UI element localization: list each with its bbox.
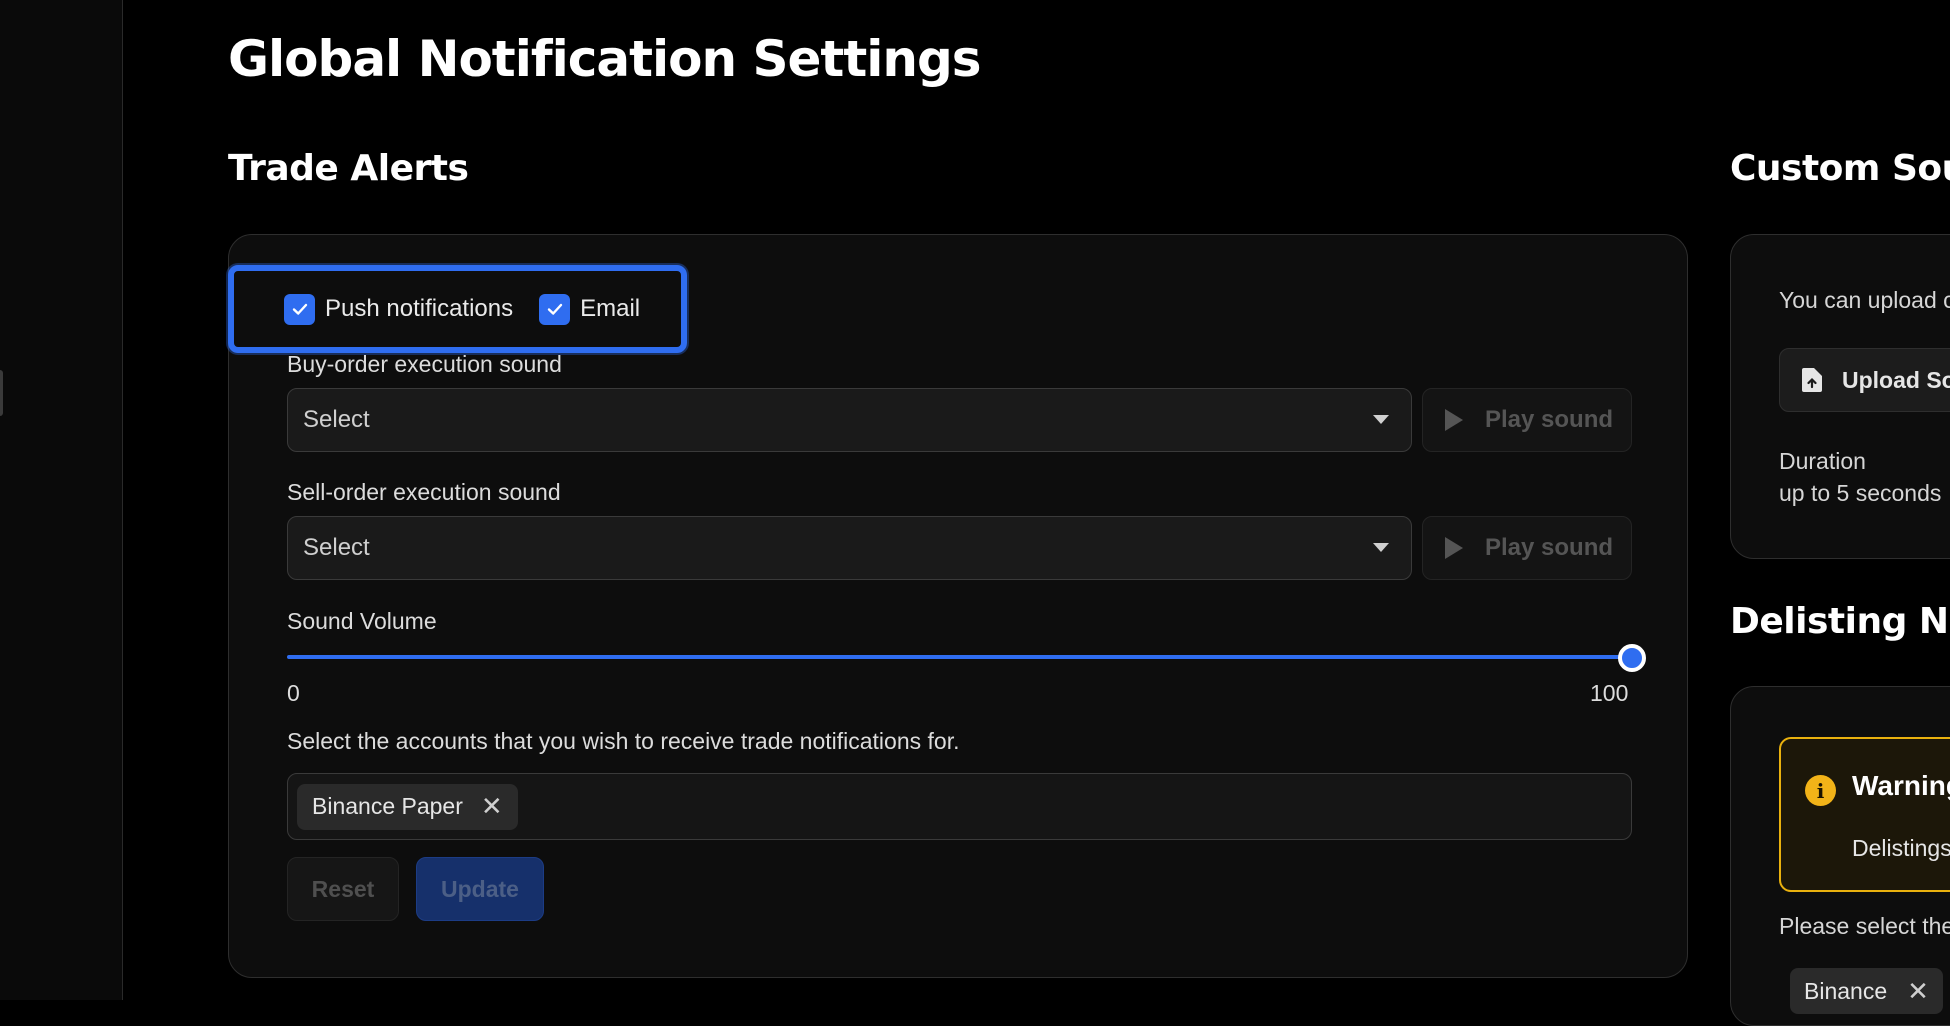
buy-sound-label: Buy-order execution sound — [287, 351, 562, 377]
delisting-select-label: Please select the — [1779, 913, 1950, 939]
upload-sound-button[interactable]: Upload So — [1779, 348, 1950, 412]
chevron-down-icon — [1373, 415, 1389, 424]
upload-sound-label: Upload So — [1842, 366, 1950, 393]
buy-play-sound-label: Play sound — [1485, 406, 1614, 433]
sidebar — [0, 0, 123, 1000]
sell-sound-value: Select — [303, 534, 370, 561]
chevron-down-icon — [1373, 543, 1389, 552]
play-icon — [1445, 537, 1463, 559]
sound-volume-label: Sound Volume — [287, 608, 437, 634]
file-upload-icon — [1802, 368, 1822, 392]
sell-play-sound-label: Play sound — [1485, 534, 1614, 561]
warning-callout — [1779, 737, 1950, 892]
duration-label: Duration — [1779, 448, 1866, 474]
checkbox-checked-icon — [284, 293, 315, 325]
custom-sounds-intro: You can upload c — [1779, 287, 1950, 313]
sell-play-sound-button[interactable]: Play sound — [1422, 516, 1632, 580]
reset-button[interactable]: Reset — [287, 857, 399, 921]
update-button[interactable]: Update — [416, 857, 544, 921]
volume-min-label: 0 — [287, 680, 300, 706]
sidebar-collapse-handle[interactable] — [0, 370, 3, 416]
sell-sound-label: Sell-order execution sound — [287, 479, 561, 505]
push-notifications-checkbox[interactable]: Push notifications — [284, 293, 514, 325]
buy-sound-select[interactable]: Select — [287, 388, 1412, 452]
buy-play-sound-button[interactable]: Play sound — [1422, 388, 1632, 452]
buy-sound-value: Select — [303, 406, 370, 433]
trade-alerts-title: Trade Alerts — [228, 148, 469, 189]
volume-max-label: 100 — [1590, 680, 1629, 706]
checkbox-checked-icon — [539, 293, 571, 325]
page-title: Global Notification Settings — [228, 30, 982, 88]
accounts-label: Select the accounts that you wish to rec… — [287, 728, 960, 754]
volume-slider-track[interactable] — [287, 655, 1632, 659]
custom-sounds-title: Custom Soun — [1730, 148, 1950, 189]
delisting-title: Delisting Noti — [1730, 601, 1950, 642]
push-notifications-label: Push notifications — [325, 295, 514, 322]
duration-value: up to 5 seconds — [1779, 480, 1942, 506]
email-label: Email — [580, 295, 641, 322]
delisting-account-tag: Binance ✕ — [1790, 968, 1943, 1014]
account-tag-label: Binance Paper — [312, 793, 463, 819]
delisting-tag-label: Binance — [1804, 977, 1888, 1004]
warning-title: Warning — [1852, 770, 1950, 801]
warning-text: Delistings — [1852, 835, 1950, 861]
close-icon[interactable]: ✕ — [481, 791, 503, 822]
close-icon[interactable]: ✕ — [1907, 976, 1929, 1007]
volume-slider-thumb[interactable] — [1618, 644, 1646, 672]
accounts-multiselect[interactable]: Binance Paper ✕ — [287, 773, 1632, 840]
sell-sound-select[interactable]: Select — [287, 516, 1412, 580]
account-tag: Binance Paper ✕ — [297, 783, 518, 830]
email-checkbox[interactable]: Email — [539, 293, 641, 325]
info-icon: i — [1805, 775, 1836, 806]
notification-channels-group: Push notifications Email — [228, 265, 687, 353]
play-icon — [1445, 409, 1463, 431]
